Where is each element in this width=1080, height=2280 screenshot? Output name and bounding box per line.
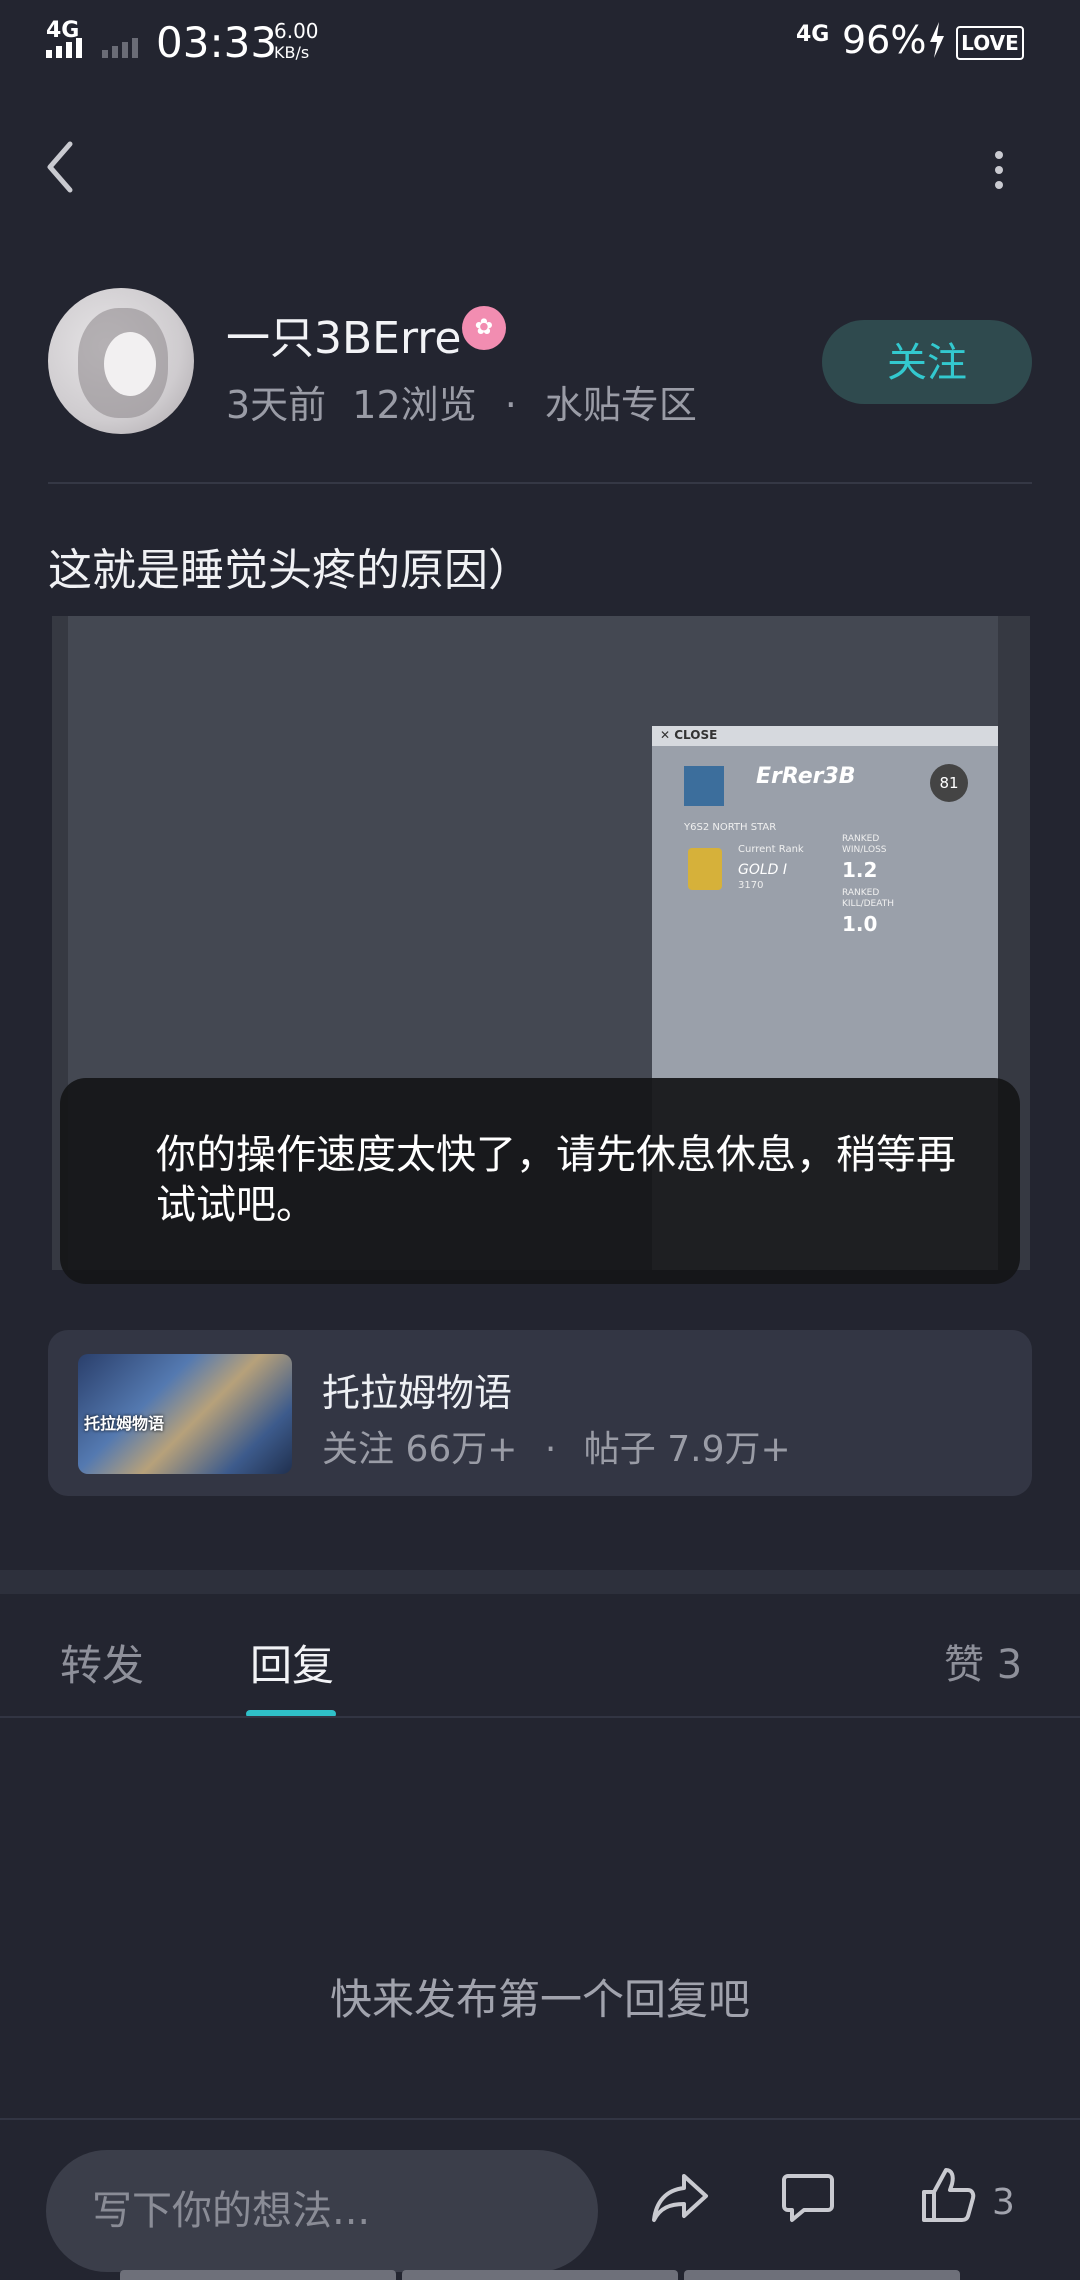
toast-message: 你的操作速度太快了，请先休息休息，稍等再试试吧。 [156,1132,956,1228]
post-meta: 3天前 12浏览 · 水贴专区 [226,374,697,429]
reply-input[interactable] [46,2150,598,2272]
post-views: 12浏览 [352,383,477,427]
author-name[interactable]: 一只3BErre [226,302,462,366]
empty-replies-text: 快来发布第一个回复吧 [329,1975,750,2024]
winloss-label: RANKED WIN/LOSS [842,834,887,855]
season-label: Y6S2 NORTH STAR [684,822,777,833]
share-icon[interactable] [650,2170,710,2226]
panel-close-text: CLOSE [674,728,718,742]
network-speed-value: 6.00 [274,19,319,43]
signal-secondary-icon [102,38,138,58]
meta-separator: · [504,383,517,427]
killdeath-value: 1.0 [842,912,878,936]
community-stats: 关注 66万+ · 帖子 7.9万+ [322,1420,791,1472]
tab-reply[interactable]: 回复 [250,1632,334,1693]
navigation-bar [120,2270,960,2280]
rank-points: 3170 [738,880,764,891]
community-posts: 帖子 7.9万+ [583,1429,791,1470]
user-badge-icon: ✿ [462,306,506,350]
section-separator [0,1570,1080,1594]
signal-icon [46,38,82,58]
community-followers: 关注 66万+ [322,1429,518,1470]
more-icon[interactable] [990,150,1008,190]
tab-forward[interactable]: 转发 [60,1632,144,1693]
post-time: 3天前 [226,383,327,427]
status-bar: 4G 03:33 6.00 KB/s 4G 96% LOVE [0,0,1080,80]
panel-close-label: ✕ CLOSE [660,728,718,742]
network-speed-unit: KB/s [274,43,310,62]
follow-button[interactable]: 关注 [822,320,1032,404]
comment-icon[interactable] [780,2170,836,2226]
community-name: 托拉姆物语 [322,1371,513,1415]
love-badge: LOVE [956,26,1024,60]
post-section[interactable]: 水贴专区 [545,383,697,427]
player-name: ErRer3B [756,764,856,789]
like-count: 3 [992,2182,1015,2223]
network-type-right: 4G [796,22,830,47]
post-title: 这就是睡觉头疼的原因） [48,545,532,596]
profile-picture [684,766,724,806]
community-thumbnail: 托拉姆物语 [78,1354,292,1474]
charging-icon [930,22,944,58]
tab-likes[interactable]: 赞 3 [944,1632,1022,1690]
battery-level: 96% [842,18,927,62]
winloss-value: 1.2 [842,858,878,882]
rank-label: Current Rank [738,844,804,855]
divider [48,482,1032,484]
player-level: 81 [930,764,968,802]
community-stats-separator: · [544,1429,557,1470]
divider [0,1716,1080,1718]
killdeath-label: RANKED KILL/DEATH [842,888,894,909]
community-thumbnail-logo: 托拉姆物语 [84,1414,165,1433]
status-time: 03:33 [156,18,278,67]
rank-value: GOLD I [738,862,788,878]
back-icon[interactable] [44,140,76,194]
avatar[interactable] [48,288,194,434]
rank-icon [688,848,722,890]
network-speed: 6.00 KB/s [274,20,319,64]
divider [0,2118,1080,2120]
like-icon[interactable] [920,2166,976,2226]
